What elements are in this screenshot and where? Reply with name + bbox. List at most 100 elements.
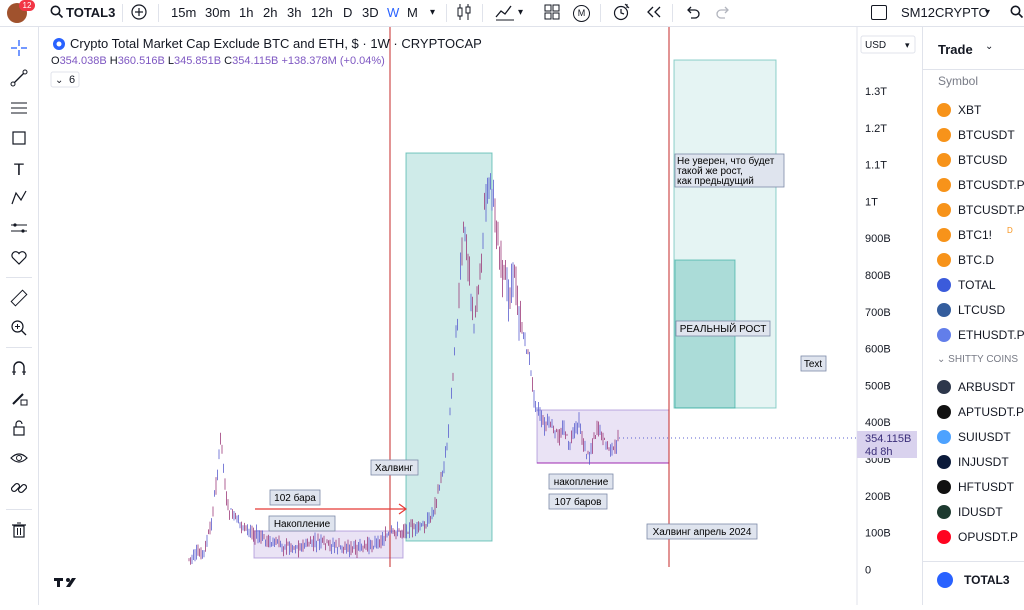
watchlist-item[interactable]: XBT — [923, 99, 1024, 121]
interval-3h[interactable]: 3h — [287, 0, 301, 26]
chart-title[interactable]: Crypto Total Market Cap Exclude BTC and … — [70, 36, 482, 51]
watchlist-item[interactable]: BTC1! D — [923, 224, 1024, 246]
notification-badge: 12 — [19, 0, 35, 11]
pencil-lock-icon[interactable] — [8, 389, 30, 411]
interval-m[interactable]: M — [407, 0, 418, 26]
chevron-down-icon[interactable]: ⌄ — [55, 75, 63, 86]
eye-icon[interactable] — [8, 449, 30, 471]
watchlist-header[interactable]: Trade — [938, 42, 973, 57]
redo-icon[interactable] — [716, 0, 732, 26]
price-scale[interactable]: 1.3T1.2T1.1T1T900B800B700B600B500B400B30… — [865, 86, 891, 576]
horizontal-lines-icon[interactable] — [8, 99, 30, 121]
watchlist-section[interactable]: ⌄ SHITTY COINS — [937, 354, 1018, 365]
accumulation-label-2[interactable]: накопление — [548, 473, 614, 490]
chevron-down-icon[interactable]: ⌄ — [985, 41, 993, 52]
column-header-symbol[interactable]: Symbol — [938, 74, 978, 88]
interval-d[interactable]: D — [343, 0, 352, 26]
watchlist-item[interactable]: LTCUSD — [923, 299, 1024, 321]
search-icon[interactable] — [1010, 0, 1024, 26]
watchlist-item[interactable]: INJUSDT — [923, 451, 1024, 473]
interval-2h[interactable]: 2h — [263, 0, 277, 26]
crosshair-icon[interactable] — [8, 39, 30, 61]
zoom-in-icon[interactable] — [8, 319, 30, 341]
chevron-down-icon[interactable]: ▾ — [430, 0, 435, 26]
price-tick: 100B — [865, 528, 891, 540]
watchlist-item[interactable]: SUIUSDT — [923, 426, 1024, 448]
tradingview-logo-icon[interactable] — [54, 578, 76, 587]
indicators-icon[interactable] — [495, 0, 515, 26]
accumulation-label-1[interactable]: Накопление — [268, 515, 336, 532]
chevron-down-icon[interactable]: ▾ — [985, 0, 990, 26]
watchlist-symbol: IDUSDT — [958, 505, 1003, 519]
lock-icon[interactable] — [8, 419, 30, 441]
text-label[interactable]: Text — [800, 355, 827, 372]
interval-1h[interactable]: 1h — [239, 0, 253, 26]
interval-30m[interactable]: 30m — [205, 0, 230, 26]
svg-text:Накопление: Накопление — [274, 519, 331, 530]
watchlist-item[interactable]: BTCUSDT.P — [923, 199, 1024, 221]
price-tick: 1.2T — [865, 123, 887, 135]
layout-square-icon[interactable] — [871, 0, 887, 26]
watchlist-symbol: ETHUSDT.P — [958, 328, 1024, 342]
growth-box-1[interactable] — [405, 152, 493, 542]
candles-icon[interactable] — [456, 0, 472, 26]
layout-name[interactable]: SM12CRYPTO — [901, 0, 989, 26]
rectangle-icon[interactable] — [8, 129, 30, 151]
add-symbol-icon[interactable] — [131, 0, 147, 26]
watchlist-item[interactable]: HFTUSDT — [923, 476, 1024, 498]
interval-15m[interactable]: 15m — [171, 0, 196, 26]
watchlist-item[interactable]: OPUSDT.P — [923, 526, 1024, 548]
search-icon[interactable] — [50, 0, 64, 26]
magnet-icon[interactable] — [8, 359, 30, 381]
rewind-icon[interactable] — [645, 0, 663, 26]
chevron-down-icon[interactable]: ▾ — [905, 40, 910, 50]
undo-icon[interactable] — [684, 0, 700, 26]
watchlist-item[interactable]: BTCUSDT — [923, 124, 1024, 146]
halving-label-1[interactable]: Халвинг — [370, 459, 419, 476]
watchlist-item[interactable]: TOTAL — [923, 274, 1024, 296]
indicator-count: 6 — [69, 74, 75, 86]
chart-area[interactable]: Халвинг 102 бара Накопление накопление 1… — [39, 27, 919, 605]
trash-icon[interactable] — [8, 521, 30, 543]
price-chart[interactable]: Халвинг 102 бара Накопление накопление 1… — [39, 27, 919, 605]
forecast-icon[interactable] — [8, 219, 30, 241]
interval-12h[interactable]: 12h — [311, 0, 333, 26]
trend-line-icon[interactable] — [8, 69, 30, 91]
watchlist-item[interactable]: BTCUSD — [923, 149, 1024, 171]
watchlist-item[interactable]: APTUSDT.P — [923, 401, 1024, 423]
symbol-search[interactable]: TOTAL3 — [66, 0, 115, 26]
price-tick: 400B — [865, 417, 891, 429]
link-icon[interactable] — [8, 479, 30, 501]
watchlist-footer-symbol[interactable]: TOTAL3 — [964, 573, 1010, 587]
coin-icon — [937, 303, 951, 317]
pattern-icon[interactable] — [8, 189, 30, 211]
bars-label-107[interactable]: 107 баров — [548, 493, 608, 510]
watchlist-item[interactable]: ETHUSDT.P — [923, 324, 1024, 346]
alert-clock-icon[interactable] — [612, 0, 630, 26]
coin-icon — [937, 405, 951, 419]
text-icon[interactable]: T — [8, 159, 30, 181]
heart-icon[interactable] — [8, 249, 30, 271]
watchlist-item[interactable]: ARBUSDT — [923, 376, 1024, 398]
interval-3d[interactable]: 3D — [362, 0, 379, 26]
chevron-down-icon[interactable]: ⌄ — [937, 354, 948, 365]
halving-label-2[interactable]: Халвинг апрель 2024 — [646, 523, 758, 540]
coin-icon — [937, 455, 951, 469]
svg-text:Text: Text — [804, 359, 823, 370]
ruler-icon[interactable] — [8, 289, 30, 311]
watchlist-symbol: INJUSDT — [958, 455, 1009, 469]
svg-text:РЕАЛЬНЫЙ РОСТ: РЕАЛЬНЫЙ РОСТ — [680, 322, 767, 335]
watchlist-symbol: SUIUSDT — [958, 430, 1011, 444]
layout-grid-icon[interactable] — [544, 0, 560, 26]
replay-icon[interactable]: M — [573, 0, 590, 26]
interval-w[interactable]: W — [387, 0, 399, 26]
bars-label-102[interactable]: 102 бара — [269, 489, 321, 506]
chevron-down-icon[interactable]: ▾ — [518, 0, 523, 26]
note-label[interactable]: Не уверен, что будеттакой же рост,как пр… — [674, 153, 785, 188]
watchlist-item[interactable]: BTCUSDT.P — [923, 174, 1024, 196]
watchlist-item[interactable]: IDUSDT — [923, 501, 1024, 523]
watchlist-item[interactable]: BTC.D — [923, 249, 1024, 271]
coin-icon — [937, 328, 951, 342]
watchlist-symbol: BTCUSD — [958, 153, 1008, 167]
real-growth-label[interactable]: РЕАЛЬНЫЙ РОСТ — [675, 320, 771, 337]
